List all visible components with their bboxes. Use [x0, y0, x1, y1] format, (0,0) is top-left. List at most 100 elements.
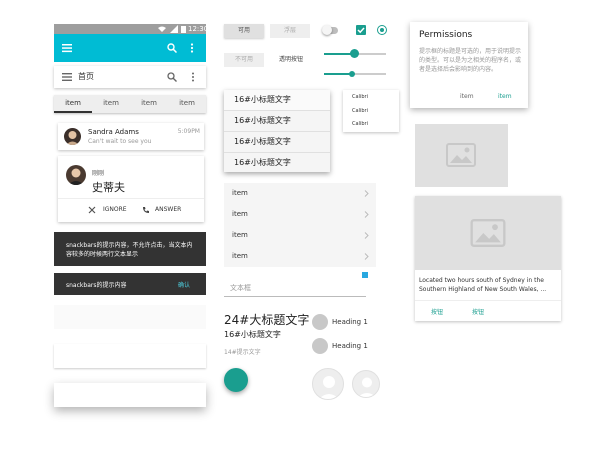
menu-item[interactable]: 16#小标题文字 — [224, 110, 330, 130]
caption-text: 14#提示文字 — [224, 349, 261, 356]
font-menu-item[interactable]: Calibri — [352, 108, 368, 114]
dialog-ok-button[interactable]: item — [498, 93, 512, 100]
card-action-button-1[interactable]: 按钮 — [431, 307, 443, 316]
text-field[interactable]: 文本框 — [224, 281, 366, 297]
status-bar: 12:30 — [54, 24, 208, 34]
snackbar-text: snackbars的提示内容，不允许点击，当文本内容较多的时候两行文本显示 — [66, 242, 193, 258]
ignore-button[interactable]: IGNORE — [88, 203, 130, 217]
scroll-indicator[interactable] — [362, 272, 368, 278]
tab-item-3[interactable]: item — [130, 95, 168, 113]
elevation-block-2 — [54, 344, 206, 368]
list-item-label: item — [232, 252, 248, 260]
raised-button[interactable]: 可用 — [224, 24, 264, 38]
slider-fill — [324, 73, 352, 75]
font-menu-item[interactable]: Calibri — [352, 94, 368, 100]
divider — [58, 198, 204, 199]
close-icon — [88, 206, 96, 214]
permissions-dialog: Permissions 提示框的标题是可选的，用于说明提示的类型。可以是为之相关… — [410, 22, 528, 108]
menu-item[interactable]: 16#小标题文字 — [224, 131, 330, 151]
phone-icon — [142, 206, 150, 214]
caller-avatar — [66, 165, 86, 185]
user-avatar-small[interactable] — [352, 370, 380, 398]
tab-item-1[interactable]: item — [54, 95, 92, 113]
list-item[interactable]: item — [224, 183, 376, 204]
check-icon — [357, 27, 365, 34]
call-caption: 刚刚 — [92, 170, 105, 177]
search-icon[interactable] — [167, 43, 177, 53]
heading-list-label: Heading 1 — [332, 342, 368, 350]
incoming-call-card: 刚刚 史蒂夫 IGNORE ANSWER — [58, 156, 204, 222]
menu-icon[interactable] — [62, 43, 72, 53]
image-placeholder — [415, 124, 508, 187]
answer-button[interactable]: ANSWER — [142, 203, 194, 217]
list-item[interactable]: item — [224, 246, 376, 267]
battery-icon — [181, 25, 186, 33]
radio-button[interactable] — [377, 25, 387, 35]
list-item[interactable]: item — [224, 225, 376, 246]
snackbar-action-button[interactable]: 确认 — [178, 280, 190, 289]
menu-item[interactable]: 16#小标题文字 — [224, 152, 330, 172]
card-caption: Located two hours south of Sydney in the… — [419, 277, 547, 293]
radio-dot — [379, 27, 384, 32]
font-menu-item[interactable]: Calibri — [352, 121, 368, 127]
wifi-icon — [158, 25, 166, 33]
tab-bar: item item item item — [54, 95, 206, 113]
dialog-cancel-button[interactable]: item — [460, 93, 474, 100]
checkbox[interactable] — [356, 25, 366, 35]
person-icon — [358, 377, 376, 397]
message-list-item[interactable]: Sandra Adams 5:09PM Can't wait to see yo… — [58, 123, 204, 150]
slider-small[interactable] — [324, 70, 386, 78]
dropdown-menu: 16#小标题文字 16#小标题文字 16#小标题文字 16#小标题文字 — [224, 90, 330, 172]
floating-action-button[interactable] — [224, 368, 248, 392]
text-field-placeholder: 文本框 — [230, 284, 251, 292]
image-icon — [446, 143, 476, 167]
chevron-right-icon — [364, 211, 369, 218]
heading-list-label: Heading 1 — [332, 318, 368, 326]
more-vert-icon[interactable] — [190, 43, 194, 53]
elevation-block-1 — [54, 305, 206, 329]
slider-thumb[interactable] — [350, 49, 359, 58]
message-time: 5:09PM — [177, 128, 200, 135]
list-item[interactable]: item — [224, 204, 376, 225]
app-bar-title: 首页 — [78, 72, 94, 81]
heading-list-item[interactable]: Heading 1 — [312, 314, 382, 330]
avatar — [64, 128, 81, 145]
switch-thumb — [322, 25, 332, 35]
flat-button[interactable]: 透明按钮 — [270, 53, 312, 67]
app-bar-white: 首页 — [54, 66, 206, 88]
list-item-label: item — [232, 189, 248, 197]
more-vert-icon[interactable] — [191, 72, 195, 82]
disabled-button: 不可用 — [224, 53, 264, 67]
image-card: Located two hours south of Sydney in the… — [415, 196, 561, 321]
menu-icon[interactable] — [62, 72, 72, 82]
person-icon — [318, 376, 340, 399]
menu-item[interactable]: 16#小标题文字 — [224, 90, 330, 110]
simple-list: item item item item — [224, 183, 376, 267]
search-icon[interactable] — [167, 72, 177, 82]
heading-small: 16#小标题文字 — [224, 330, 281, 339]
raised-button-floating[interactable]: 浮层 — [270, 24, 310, 38]
toggle-switch[interactable] — [322, 25, 338, 35]
list-item-label: item — [232, 231, 248, 239]
image-icon — [470, 219, 506, 247]
app-bar-primary — [54, 34, 206, 62]
slider-large[interactable] — [324, 49, 386, 59]
signal-icon — [170, 25, 178, 33]
tab-item-4[interactable]: item — [168, 95, 206, 113]
avatar-placeholder — [312, 314, 328, 330]
slider-thumb[interactable] — [349, 71, 355, 77]
message-preview: Can't wait to see you — [88, 138, 152, 145]
card-action-button-2[interactable]: 按钮 — [472, 307, 484, 316]
snackbar-multiline: snackbars的提示内容，不允许点击，当文本内容较多的时候两行文本显示 — [54, 232, 206, 266]
user-avatar-large[interactable] — [312, 368, 344, 400]
ignore-label: IGNORE — [103, 206, 127, 213]
snackbar-text: snackbars的提示内容 — [66, 282, 127, 289]
heading-list-item[interactable]: Heading 1 — [312, 338, 382, 354]
chevron-right-icon — [364, 190, 369, 197]
font-menu: Calibri Calibri Calibri — [343, 90, 399, 132]
list-item-label: item — [232, 210, 248, 218]
tab-item-2[interactable]: item — [92, 95, 130, 113]
dialog-title: Permissions — [419, 30, 473, 40]
dialog-body: 提示框的标题是可选的，用于说明提示的类型。可以是为之相关的程序名，或者是选择后会… — [419, 48, 522, 73]
card-image-placeholder — [415, 196, 561, 270]
